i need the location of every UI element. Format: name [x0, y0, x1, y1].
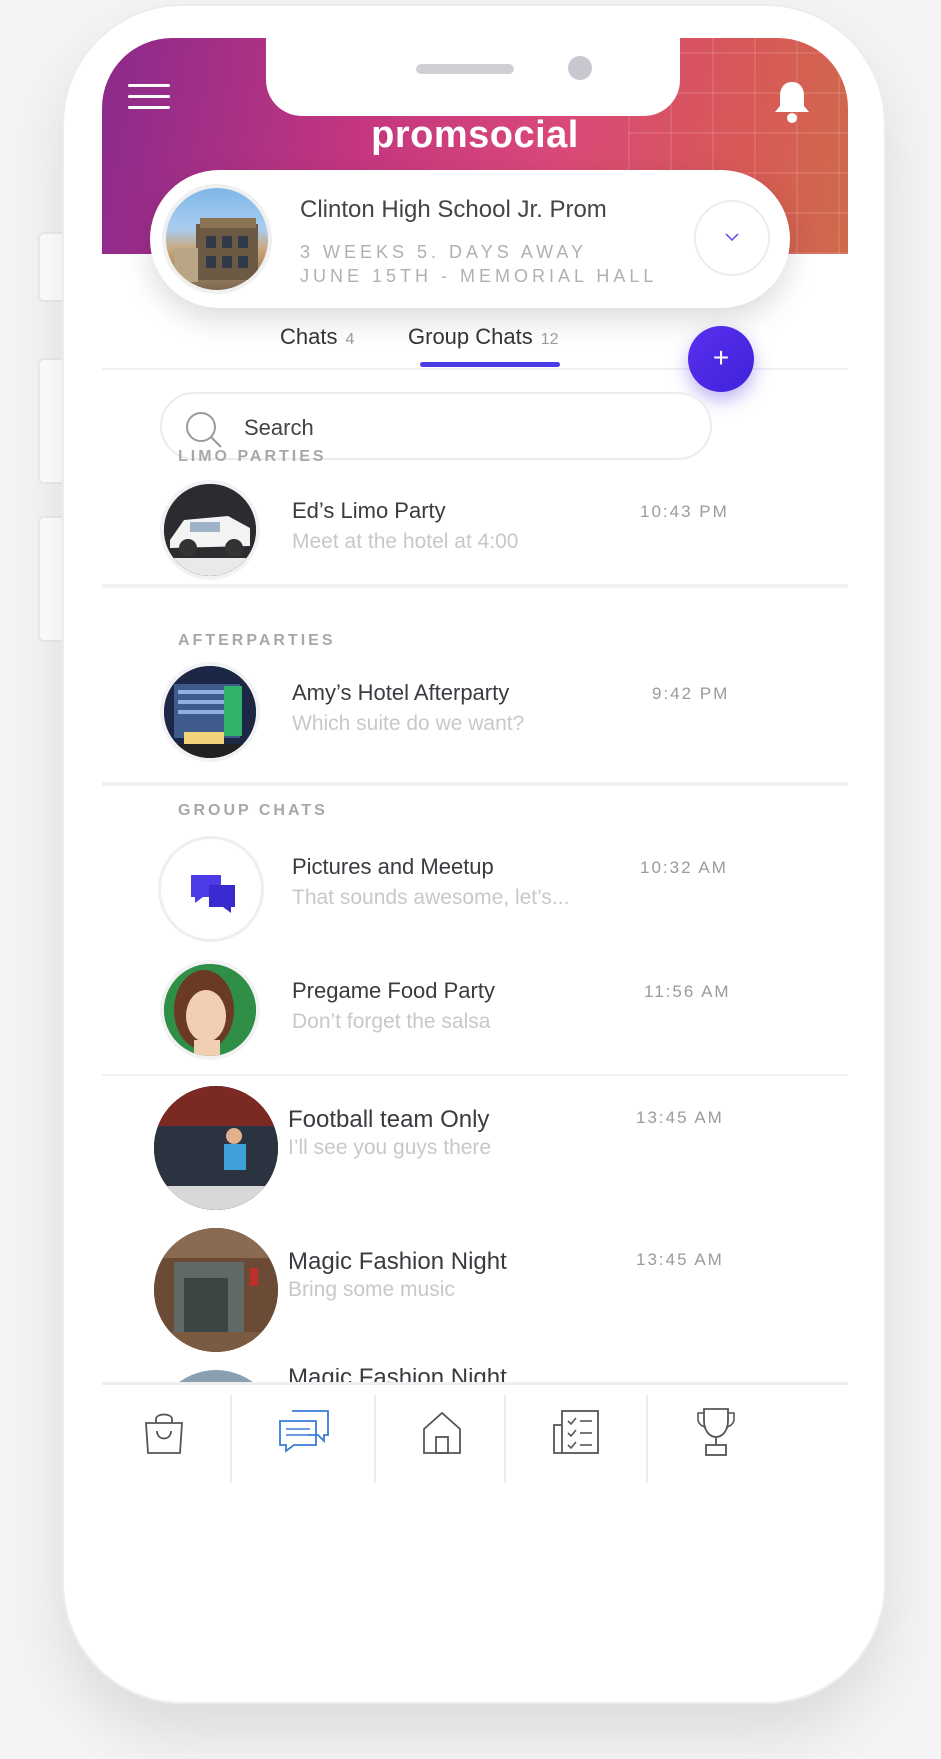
- section-divider: [102, 782, 848, 786]
- event-details: JUNE 15TH - MEMORIAL HALL: [300, 266, 658, 286]
- tab-count: 12: [540, 331, 559, 348]
- event-dropdown-button[interactable]: [694, 200, 770, 276]
- chat-bubbles-icon: [279, 1410, 329, 1453]
- chat-avatar: [154, 1370, 278, 1382]
- chat-time: 10:32 AM: [640, 858, 728, 877]
- app-screen: promsocial Clinton High School Jr. Prom …: [102, 38, 848, 1658]
- home-icon: [423, 1411, 461, 1454]
- event-card[interactable]: Clinton High School Jr. Prom 3 WEEKS 5. …: [150, 170, 790, 308]
- chat-avatar: [154, 1086, 278, 1210]
- chat-row-magic-fashion-night[interactable]: Magic Fashion Night Bring some music 13:…: [102, 1228, 848, 1352]
- tab-count: 4: [345, 331, 355, 348]
- chat-avatar: [154, 1228, 278, 1352]
- chat-avatar: [160, 480, 260, 580]
- search-icon: [186, 412, 222, 448]
- chat-title: Ed’s Limo Party: [292, 498, 446, 523]
- partial-row-title-clip: Magic Fashion Night: [288, 1368, 848, 1382]
- event-venue-photo: [162, 184, 272, 294]
- chat-row-pictures-and-meetup[interactable]: Pictures and Meetup That sounds awesome,…: [102, 836, 848, 946]
- chat-title: Football team Only: [288, 1106, 490, 1133]
- chat-last-message: Which suite do we want?: [292, 712, 525, 735]
- chat-time: 13:45 AM: [636, 1250, 724, 1269]
- bottom-nav: [102, 1382, 848, 1489]
- chat-last-message: Bring some music: [288, 1278, 455, 1301]
- section-label-group: GROUP CHATS: [178, 802, 328, 819]
- chat-time: 10:43 PM: [640, 502, 729, 521]
- app-logo: promsocial: [371, 114, 579, 156]
- event-countdown: 3 WEEKS 5. DAYS AWAY: [300, 242, 588, 262]
- section-divider: [102, 1074, 848, 1076]
- nav-shop[interactable]: [102, 1385, 230, 1485]
- front-camera: [568, 56, 592, 80]
- nav-checklist[interactable]: [506, 1385, 646, 1485]
- chat-time: 11:56 AM: [644, 982, 731, 1001]
- chat-row-pregame-food-party[interactable]: Pregame Food Party Don’t forget the sals…: [102, 960, 848, 1070]
- chat-row-football-team-only[interactable]: Football team Only I’ll see you guys the…: [102, 1086, 848, 1210]
- phone-notch: [266, 38, 680, 116]
- tab-group-chats[interactable]: Group Chats 12: [408, 324, 559, 350]
- chat-row-amys-hotel-afterparty[interactable]: Amy’s Hotel Afterparty Which suite do we…: [102, 662, 848, 772]
- chat-last-message: Don’t forget the salsa: [292, 1010, 491, 1033]
- chat-last-message: That sounds awesome, let’s...: [292, 886, 570, 909]
- tab-label: Group Chats: [408, 324, 533, 349]
- event-title: Clinton High School Jr. Prom: [300, 196, 607, 223]
- section-label-limo: LIMO PARTIES: [178, 448, 327, 465]
- active-tab-indicator: [420, 362, 560, 367]
- checklist-icon: [553, 1410, 599, 1454]
- trophy-icon: [697, 1408, 735, 1456]
- chat-title: Pregame Food Party: [292, 978, 495, 1003]
- chat-avatar: [160, 662, 260, 762]
- section-label-afterparties: AFTERPARTIES: [178, 632, 336, 649]
- chat-last-message: Meet at the hotel at 4:00: [292, 530, 519, 553]
- chat-avatar: [160, 960, 260, 1060]
- chevron-down-icon: [725, 233, 739, 242]
- chat-avatar: [158, 836, 264, 942]
- chat-time: 13:45 AM: [636, 1108, 724, 1127]
- chat-row-eds-limo-party[interactable]: Ed’s Limo Party Meet at the hotel at 4:0…: [102, 480, 848, 590]
- chat-title: Magic Fashion Night: [288, 1248, 507, 1275]
- chat-bubbles-icon: [191, 875, 235, 913]
- chat-title: Pictures and Meetup: [292, 854, 494, 879]
- chat-time: 9:42 PM: [652, 684, 730, 703]
- nav-chats[interactable]: [232, 1385, 374, 1485]
- chat-last-message: I’ll see you guys there: [288, 1136, 492, 1159]
- search-input[interactable]: [242, 408, 686, 448]
- nav-home[interactable]: [376, 1385, 504, 1485]
- shopping-bag-icon: [145, 1413, 183, 1454]
- add-chat-button[interactable]: +: [688, 326, 754, 392]
- tab-label: Chats: [280, 324, 338, 349]
- tab-chats[interactable]: Chats 4: [280, 324, 354, 350]
- nav-trophy[interactable]: [648, 1385, 848, 1485]
- speaker-grill: [416, 64, 514, 74]
- menu-icon[interactable]: [128, 82, 170, 112]
- chat-title: Magic Fashion Night: [288, 1368, 507, 1382]
- section-divider: [102, 584, 848, 588]
- chat-title: Amy’s Hotel Afterparty: [292, 680, 510, 705]
